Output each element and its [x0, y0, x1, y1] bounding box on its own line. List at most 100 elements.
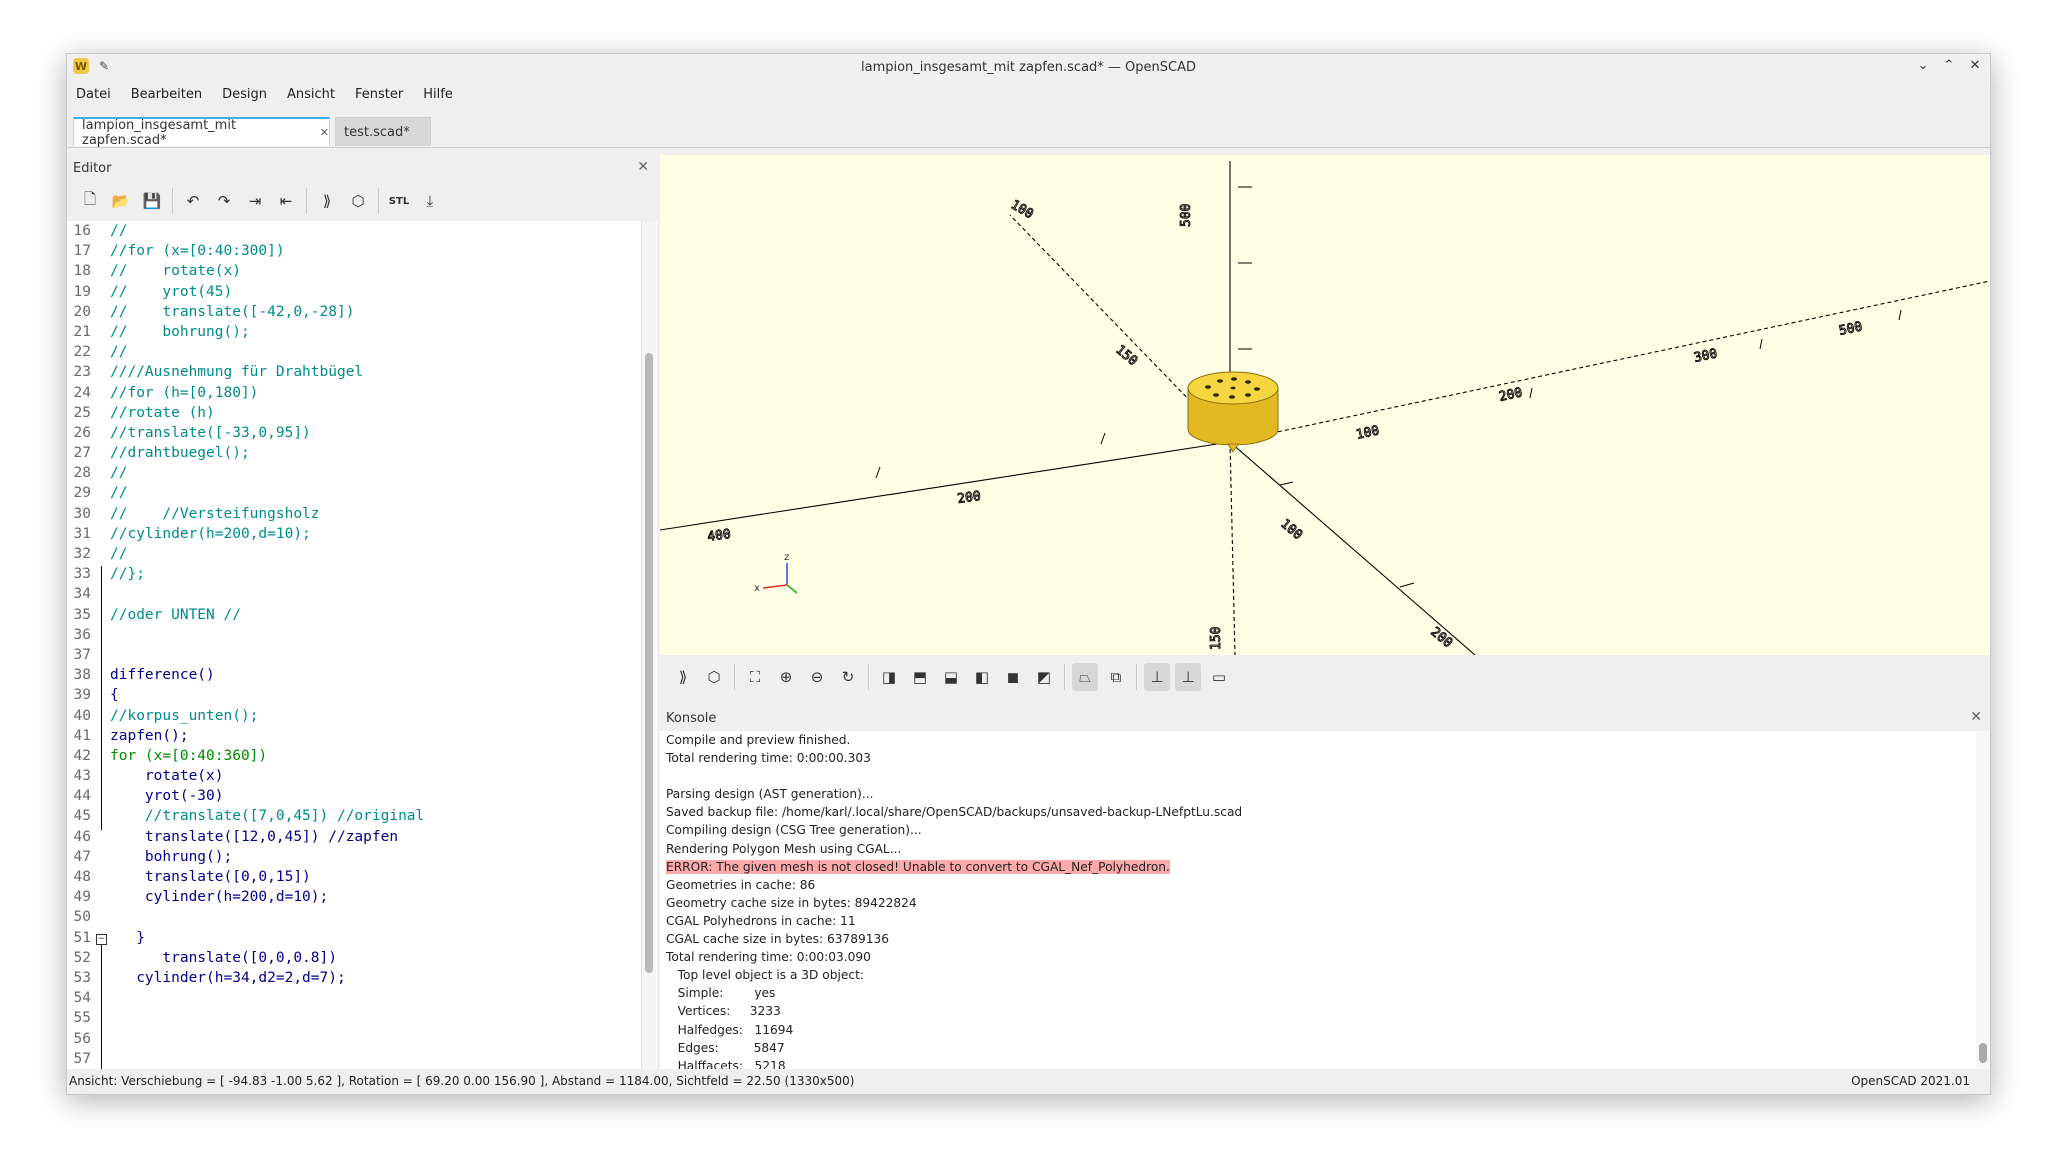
- code-text: // rotate(x): [110, 263, 241, 280]
- redo-icon[interactable]: ↷: [211, 187, 237, 215]
- show-edges-icon[interactable]: ▭: [1206, 663, 1232, 691]
- tab-close-icon[interactable]: ✕: [320, 126, 329, 139]
- indent-icon[interactable]: ⇥: [242, 187, 268, 215]
- new-file-icon[interactable]: 🗋: [77, 187, 103, 215]
- code-line: 48 translate([0,0,15]): [67, 867, 637, 887]
- console-line-text: Compiling design (CSG Tree generation)..…: [666, 823, 922, 838]
- code-text: //drahtbuegel();: [110, 445, 250, 462]
- title-bar: W ✎ lampion_insgesamt_mit zapfen.scad* —…: [67, 54, 1990, 81]
- tab-lampion[interactable]: lampion_insgesamt_mit zapfen.scad* ✕: [73, 117, 330, 148]
- view-top-icon[interactable]: ⬒: [907, 663, 933, 691]
- code-line: 47 bohrung();: [67, 847, 637, 867]
- line-number: 33: [73, 566, 91, 583]
- perspective-icon[interactable]: ⏢: [1072, 662, 1098, 691]
- code-line: 26 //translate([-33,0,95]): [67, 423, 637, 443]
- view-front-icon[interactable]: ◼: [1000, 663, 1026, 691]
- code-line: 50: [67, 907, 637, 927]
- code-text: //: [110, 344, 128, 361]
- menu-ansicht[interactable]: Ansicht: [287, 87, 335, 102]
- view-all-icon[interactable]: ⛶: [742, 663, 768, 691]
- preview-icon[interactable]: ⟫: [670, 663, 696, 691]
- editor-scrollbar[interactable]: [641, 221, 656, 1069]
- line-number: 29: [73, 485, 91, 502]
- axis-gizmo: z x: [754, 552, 798, 594]
- console-dock-header: Konsole ✕: [660, 705, 1990, 731]
- axis-label: 500: [1179, 204, 1194, 227]
- tab-test[interactable]: test.scad*: [335, 117, 431, 146]
- console-line-text: Compile and preview finished.: [666, 733, 851, 747]
- console-error-line: ERROR: The given mesh is not closed! Una…: [660, 858, 1990, 876]
- orthogonal-icon[interactable]: ⧉: [1103, 663, 1129, 691]
- view-right-icon[interactable]: ◨: [876, 663, 902, 691]
- axis-label: 100: [1008, 197, 1036, 222]
- send-to-print-icon[interactable]: ⤓: [417, 187, 443, 215]
- close-icon[interactable]: ✕: [1968, 57, 1982, 75]
- console-scrollbar[interactable]: [1976, 731, 1990, 1069]
- open-file-icon[interactable]: 📂: [108, 187, 134, 215]
- console-scroll-thumb[interactable]: [1979, 1043, 1987, 1063]
- show-scale-icon[interactable]: ⊥: [1175, 662, 1201, 691]
- line-number: 22: [73, 344, 91, 361]
- console-line: Rendering Polygon Mesh using CGAL...: [660, 840, 1990, 858]
- code-text: ////Ausnehmung für Drahtbügel: [110, 364, 364, 381]
- line-number: 21: [73, 323, 91, 340]
- line-number: 49: [73, 889, 91, 906]
- fold-toggle-icon[interactable]: −: [96, 934, 107, 945]
- console-output[interactable]: Compile and preview finished. Total rende…: [660, 731, 1990, 1069]
- menu-fenster[interactable]: Fenster: [355, 87, 403, 102]
- reset-view-icon[interactable]: ↻: [835, 663, 861, 691]
- code-text: {: [110, 687, 119, 704]
- zoom-out-icon[interactable]: ⊖: [804, 663, 830, 691]
- code-editor[interactable]: 16 // 17 //for (x=[0:40:300]) 18 // rotate(x)…: [67, 221, 657, 1069]
- editor-scroll-thumb[interactable]: [645, 353, 653, 973]
- preview-icon[interactable]: ⟫: [314, 187, 340, 215]
- undo-icon[interactable]: ↶: [180, 187, 206, 215]
- editor-close-icon[interactable]: ✕: [637, 159, 649, 175]
- view-back-icon[interactable]: ◩: [1031, 663, 1057, 691]
- code-text: // translate([-42,0,-28]): [110, 303, 355, 320]
- view-bottom-icon[interactable]: ⬓: [938, 663, 964, 691]
- line-number: 30: [73, 505, 91, 522]
- axis-label: 150: [1209, 627, 1224, 650]
- line-number: 24: [73, 384, 91, 401]
- editor-dock-header: Editor ✕: [67, 155, 657, 181]
- toolbar-separator: [868, 663, 869, 690]
- code-line: 44 yrot(-30): [67, 786, 637, 806]
- console-line-text: Total rendering time: 0:00:03.090: [666, 950, 871, 965]
- code-line: 54: [67, 988, 637, 1008]
- code-line: 46 translate([12,0,45]) //zapfen: [67, 827, 637, 847]
- unindent-icon[interactable]: ⇤: [273, 187, 299, 215]
- menu-hilfe[interactable]: Hilfe: [423, 87, 453, 102]
- render-icon[interactable]: ⬡: [701, 663, 727, 691]
- show-axes-icon[interactable]: ⊥: [1144, 662, 1170, 691]
- code-line: 38 difference(): [67, 665, 637, 685]
- console-line-text: Parsing design (AST generation)...: [666, 787, 874, 802]
- render-icon[interactable]: ⬡: [345, 187, 371, 215]
- axis-label: 200: [956, 489, 981, 507]
- zoom-in-icon[interactable]: ⊕: [773, 663, 799, 691]
- console-close-icon[interactable]: ✕: [1970, 709, 1982, 725]
- console-line-text: Geometry cache size in bytes: 89422824: [666, 895, 917, 910]
- document-tabs: lampion_insgesamt_mit zapfen.scad* ✕ tes…: [67, 117, 1990, 148]
- status-version: OpenSCAD 2021.01: [1851, 1074, 1970, 1088]
- line-number: 36: [73, 626, 91, 643]
- line-number: 47: [73, 848, 91, 865]
- axis-label: 100: [1355, 423, 1381, 443]
- code-line: 34: [67, 584, 637, 604]
- console-line: Compiling design (CSG Tree generation)..…: [660, 821, 1990, 839]
- menu-bearbeiten[interactable]: Bearbeiten: [131, 87, 202, 102]
- code-text: //: [110, 546, 128, 562]
- save-icon[interactable]: 💾: [139, 187, 165, 215]
- menu-design[interactable]: Design: [222, 87, 267, 102]
- menu-datei[interactable]: Datei: [76, 87, 111, 102]
- code-line: 31 //cylinder(h=200,d=10);: [67, 524, 637, 544]
- code-line: 56: [67, 1029, 637, 1049]
- export-stl-icon[interactable]: STL: [386, 187, 412, 215]
- code-line: 40 //korpus_unten();: [67, 706, 637, 726]
- maximize-icon[interactable]: ⌃: [1942, 57, 1956, 75]
- minimize-icon[interactable]: ⌄: [1916, 57, 1930, 75]
- console-line: Vertices: 3233: [660, 1002, 1990, 1020]
- view-left-icon[interactable]: ◧: [969, 663, 995, 691]
- 3d-viewport[interactable]: 400 200 500 100 200 300 500 100 200 150 …: [660, 155, 1990, 655]
- console-line: Geometries in cache: 86: [660, 876, 1990, 894]
